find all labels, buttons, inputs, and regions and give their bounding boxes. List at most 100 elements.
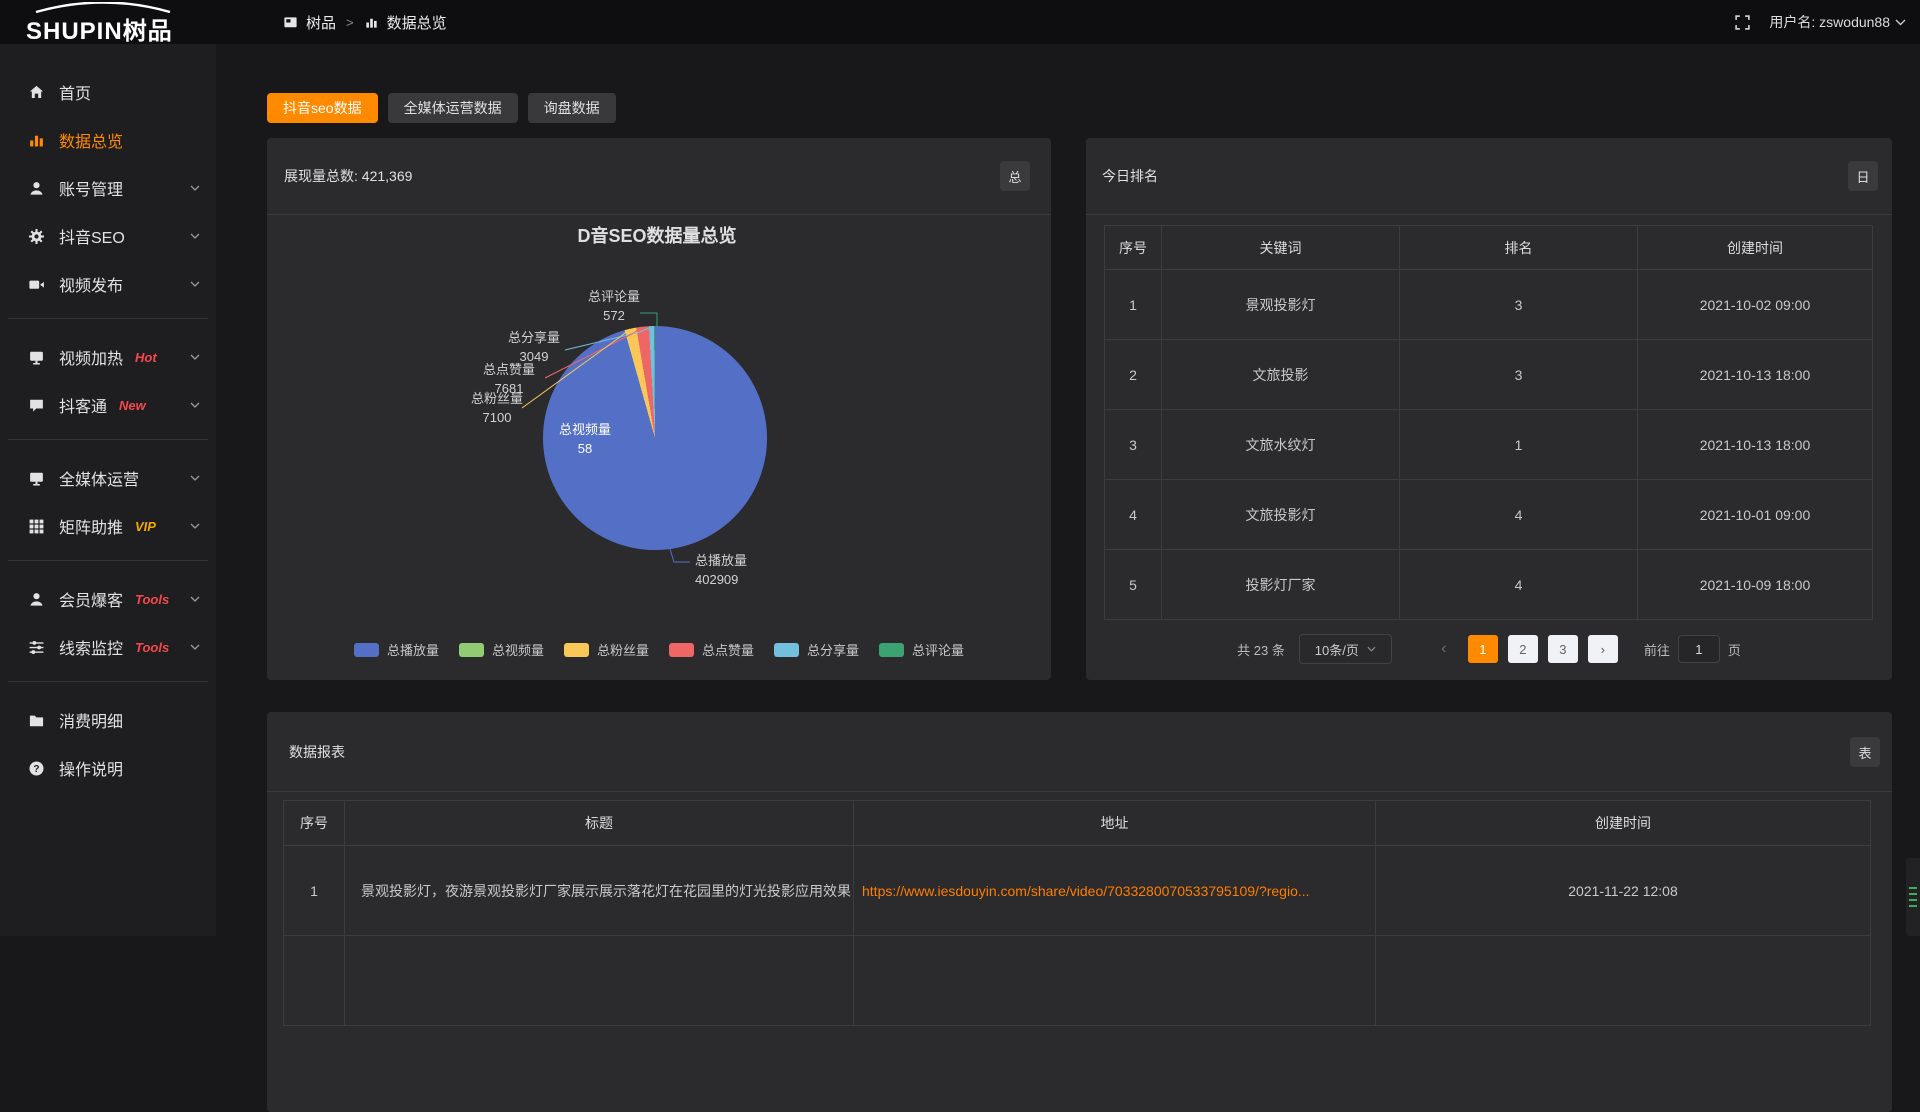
goto-label: 前往	[1644, 640, 1670, 659]
sidebar-item-douyin-seo[interactable]: 抖音SEO	[0, 212, 216, 260]
chevron-down-icon	[190, 596, 200, 602]
goto-suffix: 页	[1728, 640, 1741, 659]
sidebar-item-lead-monitor[interactable]: 线索监控 Tools	[0, 623, 216, 671]
sidebar-item-label: 账号管理	[59, 176, 123, 200]
legend-item-likes[interactable]: 总点赞量	[669, 640, 754, 659]
sidebar: 首页 数据总览 账号管理 抖音SEO 视频发布 视频加热 Hot 抖客通 New…	[0, 44, 216, 936]
table-row: 1景观投影灯32021-10-02 09:00	[1105, 270, 1873, 340]
report-url-link[interactable]: https://www.iesdouyin.com/share/video/70…	[854, 846, 1376, 936]
sidebar-item-label: 操作说明	[59, 756, 123, 780]
legend-item-shares[interactable]: 总分享量	[774, 640, 859, 659]
sidebar-item-home[interactable]: 首页	[0, 68, 216, 116]
sidebar-divider	[8, 318, 208, 319]
chevron-down-icon	[190, 185, 200, 191]
page-size-select[interactable]: 10条/页	[1299, 634, 1392, 664]
sidebar-item-video-publish[interactable]: 视频发布	[0, 260, 216, 308]
member-icon	[28, 591, 45, 608]
user-menu[interactable]: 用户名: zswodun88	[1769, 12, 1906, 32]
fullscreen-icon[interactable]	[1734, 14, 1751, 31]
pie-label-videos: 总视频量58	[535, 420, 635, 458]
report-title-cell: 景观投影灯，夜游景观投影灯厂家展示展示落花灯在花园里的灯光投影应用效果 #	[345, 846, 854, 936]
sidebar-item-data-overview[interactable]: 数据总览	[0, 116, 216, 164]
page-button-1[interactable]: 1	[1468, 635, 1498, 663]
chevron-down-icon	[190, 523, 200, 529]
tools-badge: Tools	[135, 640, 169, 655]
chart-title: D音SEO数据量总览	[577, 222, 736, 248]
floating-widget[interactable]	[1906, 858, 1920, 936]
tab-inquiry-data[interactable]: 询盘数据	[528, 93, 616, 123]
table-row: 2文旅投影32021-10-13 18:00	[1105, 340, 1873, 410]
sidebar-item-douketong[interactable]: 抖客通 New	[0, 381, 216, 429]
legend-item-videos[interactable]: 总视频量	[459, 640, 544, 659]
sidebar-item-consumption[interactable]: 消费明细	[0, 696, 216, 744]
prev-page-button[interactable]: ‹	[1432, 640, 1456, 658]
table-row	[284, 936, 1871, 1026]
ranking-panel-title: 今日排名	[1102, 166, 1158, 186]
svg-text:?: ?	[33, 763, 39, 774]
table-header-row: 序号标题地址创建时间	[284, 801, 1871, 846]
sidebar-item-video-heat[interactable]: 视频加热 Hot	[0, 333, 216, 381]
breadcrumb: 树品 > 数据总览	[283, 0, 447, 44]
table-header-row: 序号关键词排名创建时间	[1105, 226, 1873, 270]
breadcrumb-root[interactable]: 树品	[306, 12, 336, 33]
legend-swatch	[669, 643, 694, 657]
main-content: 抖音seo数据 全媒体运营数据 询盘数据 展现量总数: 421,369 总 D音…	[216, 44, 1920, 936]
sidebar-item-omni-media[interactable]: 全媒体运营	[0, 454, 216, 502]
legend-swatch	[879, 643, 904, 657]
pie-label-plays: 总播放量402909	[695, 551, 795, 589]
app-logo: SHUPIN树品	[26, 0, 216, 44]
table-toggle-button[interactable]: 表	[1850, 737, 1880, 767]
total-toggle-button[interactable]: 总	[1000, 161, 1030, 191]
gear-icon	[28, 228, 45, 245]
bar-chart-icon	[28, 132, 45, 149]
overview-panel: 展现量总数: 421,369 总 D音SEO数据量总览 总评论量572 总分享量…	[267, 138, 1051, 680]
table-row: 3文旅水纹灯12021-10-13 18:00	[1105, 410, 1873, 480]
logo-text-cn: 树品	[123, 18, 173, 45]
table-row: 4文旅投影灯42021-10-01 09:00	[1105, 480, 1873, 550]
table-row: 1 景观投影灯，夜游景观投影灯厂家展示展示落花灯在花园里的灯光投影应用效果 # …	[284, 846, 1871, 936]
username-label: 用户名: zswodun88	[1769, 12, 1890, 32]
report-panel: 数据报表 表 序号标题地址创建时间 1 景观投影灯，夜游景观投影灯厂家展示展示落…	[267, 712, 1892, 1112]
legend-swatch	[564, 643, 589, 657]
sidebar-item-label: 矩阵助推	[59, 514, 123, 538]
bar-chart-icon	[364, 15, 379, 30]
sidebar-divider	[8, 560, 208, 561]
user-icon	[28, 180, 45, 197]
tab-douyin-seo[interactable]: 抖音seo数据	[267, 93, 378, 123]
tab-omni-media-data[interactable]: 全媒体运营数据	[388, 93, 518, 123]
vip-badge: VIP	[135, 519, 156, 534]
chevron-down-icon	[1895, 19, 1906, 26]
legend-item-plays[interactable]: 总播放量	[354, 640, 439, 659]
sidebar-item-member-burst[interactable]: 会员爆客 Tools	[0, 575, 216, 623]
sidebar-item-label: 线索监控	[59, 635, 123, 659]
ranking-panel: 今日排名 日 序号关键词排名创建时间 1景观投影灯32021-10-02 09:…	[1086, 138, 1892, 680]
legend-item-comments[interactable]: 总评论量	[879, 640, 964, 659]
sidebar-item-label: 全媒体运营	[59, 466, 139, 490]
sidebar-divider	[8, 439, 208, 440]
sidebar-item-label: 视频发布	[59, 272, 123, 296]
page-button-2[interactable]: 2	[1508, 635, 1538, 663]
sidebar-item-label: 消费明细	[59, 708, 123, 732]
sidebar-item-label: 视频加热	[59, 345, 123, 369]
day-toggle-button[interactable]: 日	[1848, 161, 1878, 191]
chevron-down-icon	[190, 644, 200, 650]
legend-item-fans[interactable]: 总粉丝量	[564, 640, 649, 659]
sidebar-item-label: 抖客通	[59, 393, 107, 417]
chevron-down-icon	[190, 233, 200, 239]
report-table: 序号标题地址创建时间 1 景观投影灯，夜游景观投影灯厂家展示展示落花灯在花园里的…	[283, 800, 1871, 1026]
goto-page-input[interactable]: 1	[1678, 635, 1720, 663]
legend-swatch	[354, 643, 379, 657]
page-button-3[interactable]: 3	[1548, 635, 1578, 663]
breadcrumb-current: 数据总览	[387, 12, 447, 33]
ranking-table: 序号关键词排名创建时间 1景观投影灯32021-10-02 09:00 2文旅投…	[1104, 225, 1873, 620]
sidebar-item-matrix-boost[interactable]: 矩阵助推 VIP	[0, 502, 216, 550]
next-page-button[interactable]: ›	[1588, 635, 1618, 663]
sidebar-item-account[interactable]: 账号管理	[0, 164, 216, 212]
question-icon: ?	[28, 760, 45, 777]
sidebar-item-label: 会员爆客	[59, 587, 123, 611]
report-panel-title: 数据报表	[289, 742, 345, 762]
pie-label-fans: 总粉丝量7100	[447, 389, 547, 427]
home-icon	[28, 84, 45, 101]
pagination: 共 23 条 10条/页 ‹ 1 2 3 › 前往 1 页	[1086, 634, 1892, 664]
sidebar-item-instructions[interactable]: ? 操作说明	[0, 744, 216, 792]
